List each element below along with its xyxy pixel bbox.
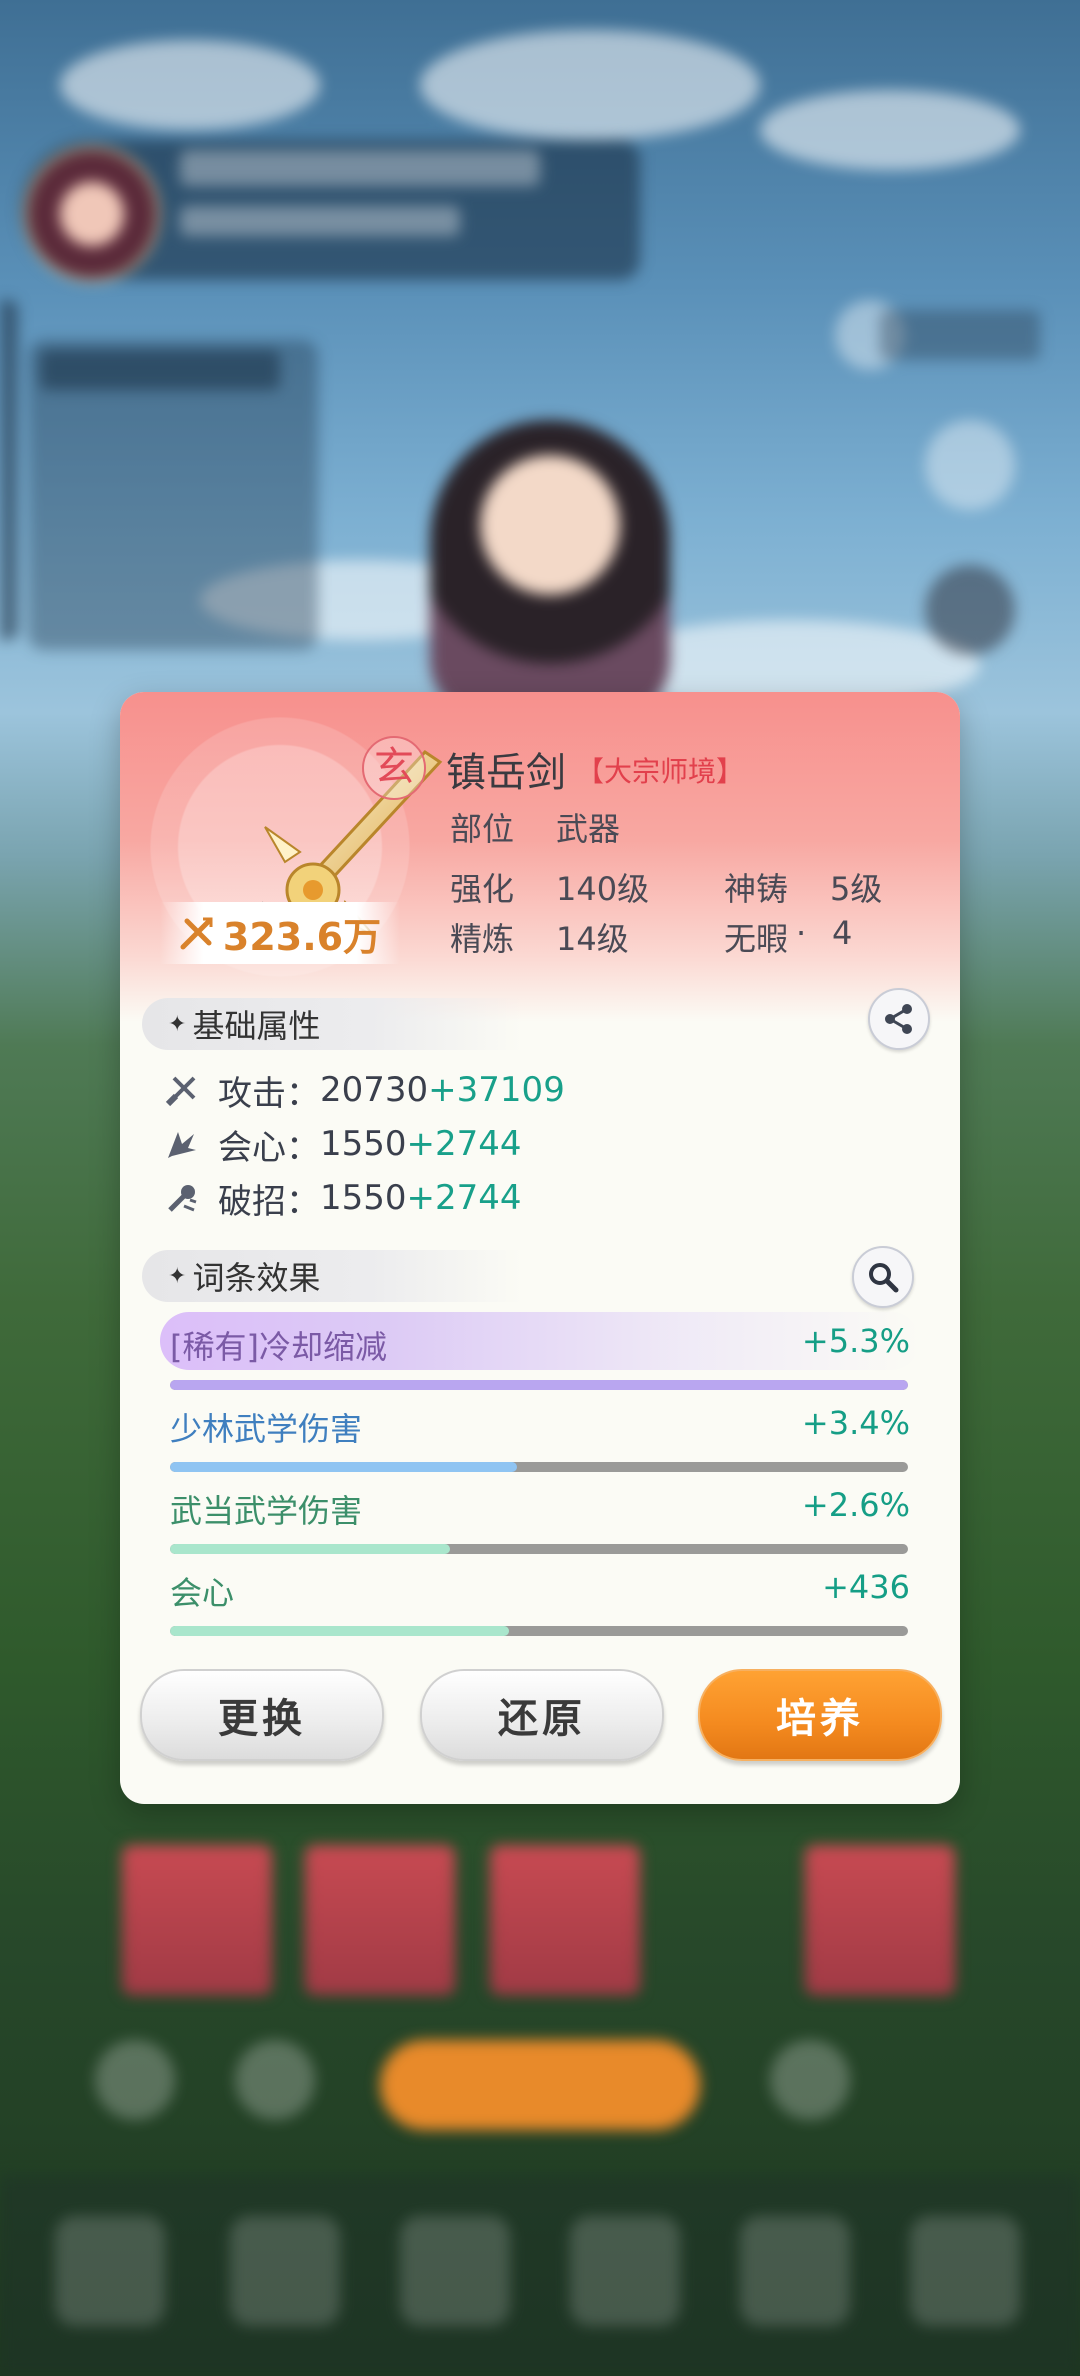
slot-value: 武器 <box>556 810 621 848</box>
diamond-icon: ✦ <box>168 1011 187 1037</box>
affix-effects-header: ✦ 词条效果 <box>142 1250 522 1302</box>
stat-name: 破招 <box>218 1181 286 1222</box>
affix-name: 少林武学伤害 <box>170 1410 363 1448</box>
enhance-label: 强化 <box>450 870 515 908</box>
affix-progress-track <box>170 1544 908 1554</box>
realm-tag: 【大宗师境】 <box>576 755 745 788</box>
section-title: 词条效果 <box>192 1259 321 1297</box>
affix-progress-fill <box>170 1462 517 1472</box>
stat-base: 1550 <box>320 1178 407 1218</box>
share-icon <box>885 1004 912 1034</box>
affix-name: 武当武学伤害 <box>170 1492 363 1530</box>
power-icon <box>180 917 213 950</box>
refine-value: 14级 <box>556 920 629 958</box>
affix-progress-fill <box>170 1380 908 1390</box>
combat-power: 323.6万 <box>160 902 400 964</box>
stat-bonus: +2744 <box>406 1124 522 1164</box>
equipment-detail-dialog: 玄 323.6万 镇岳剑 【大宗师境】 部位 武器 强化 140级 神铸 5级 … <box>120 692 960 1804</box>
combat-power-value: 323.6万 <box>222 914 382 959</box>
stat-name: 会心 <box>218 1127 286 1168</box>
diamond-icon: ✦ <box>168 1263 187 1289</box>
stat-bonus: +2744 <box>406 1178 522 1218</box>
affix-row: 少林武学伤害 +3.4% <box>170 1404 910 1484</box>
affix-row: 会心 +436 <box>170 1568 910 1648</box>
stat-colon: ： <box>286 1073 320 1114</box>
break-icon <box>168 1185 197 1212</box>
equipment-name: 镇岳剑 <box>446 750 566 796</box>
stat-name: 攻击 <box>218 1073 286 1114</box>
stat-base: 1550 <box>320 1124 407 1164</box>
rank-badge: 玄 <box>362 736 426 800</box>
stat-colon: ： <box>286 1127 320 1168</box>
affix-progress-track <box>170 1462 908 1472</box>
base-attributes-header: ✦ 基础属性 <box>142 998 522 1050</box>
stat-colon: ： <box>286 1181 320 1222</box>
forge-value: 5级 <box>830 870 883 908</box>
flawless-value: 4 <box>832 914 853 952</box>
refine-label: 精炼 <box>450 920 515 958</box>
search-button[interactable] <box>852 1246 914 1308</box>
forge-label: 神铸 <box>724 870 789 908</box>
slot-label: 部位 <box>450 810 515 848</box>
enhance-value: 140级 <box>556 870 650 908</box>
affix-row: [稀有]冷却缩减 +5.3% <box>160 1312 920 1402</box>
restore-button[interactable]: 还原 <box>420 1669 664 1761</box>
affix-value: +436 <box>822 1568 910 1606</box>
cultivate-button[interactable]: 培养 <box>698 1669 942 1761</box>
flawless-label: 无暇 <box>724 920 789 958</box>
section-title: 基础属性 <box>192 1007 321 1045</box>
affix-progress-track <box>170 1626 908 1636</box>
affix-value: +2.6% <box>801 1486 910 1524</box>
stat-bonus: +37109 <box>428 1070 565 1110</box>
stat-base: 20730 <box>320 1070 429 1110</box>
stat-row-break: 破招： 1550 +2744 <box>164 1174 522 1222</box>
share-button[interactable] <box>868 988 930 1050</box>
affix-progress-track <box>170 1380 908 1390</box>
affix-name: 会心 <box>170 1574 235 1612</box>
affix-value: +3.4% <box>801 1404 910 1442</box>
search-icon <box>869 1263 899 1293</box>
affix-name: [稀有]冷却缩减 <box>170 1328 387 1366</box>
critical-icon <box>168 1132 196 1158</box>
affix-progress-fill <box>170 1544 451 1554</box>
flawless-separator: · <box>796 914 807 952</box>
attack-icon <box>165 1076 196 1107</box>
affix-row: 武当武学伤害 +2.6% <box>170 1486 910 1566</box>
stat-row-critical: 会心： 1550 +2744 <box>164 1120 522 1168</box>
replace-button[interactable]: 更换 <box>140 1669 384 1761</box>
affix-value: +5.3% <box>801 1322 910 1360</box>
affix-progress-fill <box>170 1626 510 1636</box>
stat-row-attack: 攻击： 20730 +37109 <box>164 1066 565 1114</box>
